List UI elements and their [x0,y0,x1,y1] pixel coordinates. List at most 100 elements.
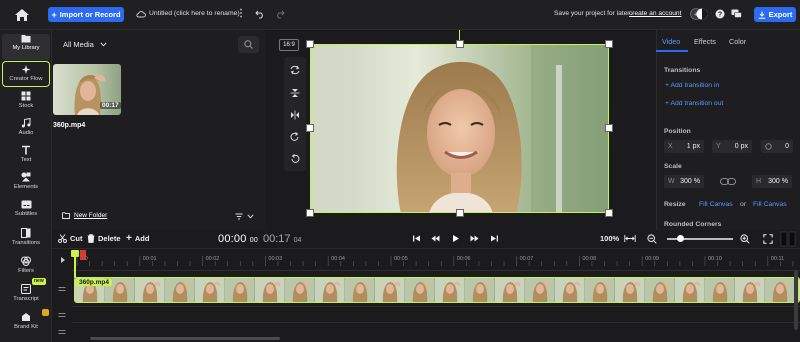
y-label: Y [716,143,721,150]
rotate-right-icon[interactable] [290,132,300,142]
rail-text[interactable]: Text [2,145,50,171]
create-account-link[interactable]: create an account [629,10,681,17]
track-drag-handle-icon[interactable] [58,286,66,292]
scale-height-field[interactable]: H 300 % [752,175,792,188]
media-search-button[interactable] [238,36,259,53]
plus-icon: + [51,9,57,20]
panel-toggle-icon[interactable] [780,231,796,247]
delete-button[interactable]: Delete [87,234,121,243]
horizontal-scrollbar[interactable] [90,337,280,340]
new-folder-button[interactable]: New Folder [62,212,107,219]
resize-handle-right[interactable] [605,124,613,132]
ruler-tick-label: 00:09 [645,256,659,262]
expand-track-icon[interactable] [59,256,67,264]
cut-button[interactable]: Cut [58,234,83,243]
rotation-field[interactable]: 0 [761,140,793,153]
zoom-slider-knob[interactable] [676,235,684,242]
flip-vertical-icon[interactable] [290,88,300,98]
rail-audio[interactable]: Audio [2,118,50,144]
tab-effects[interactable]: Effects [694,37,716,46]
position-y-field[interactable]: Y 0 px [712,140,752,153]
scale-width-field[interactable]: W 300 % [664,175,704,188]
import-label: Import or Record [59,10,121,19]
scale-heading: Scale [664,163,682,170]
resize-handle-top-right[interactable] [605,40,613,48]
add-button[interactable]: + Add [126,233,149,243]
redo-icon[interactable] [275,9,285,19]
sort-control[interactable] [235,211,257,221]
zoom-out-icon[interactable] [647,234,657,244]
track-drag-handle-icon[interactable] [58,329,66,335]
transition-icon [21,228,31,238]
rail-transitions[interactable]: Transitions [2,228,50,254]
link-aspect-icon[interactable] [720,177,736,186]
rotate-left-icon[interactable] [290,154,300,164]
fill-canvas-alt-button[interactable]: Fill Canvas [753,201,787,208]
tab-video[interactable]: Video [662,37,680,46]
resize-handle-top-left[interactable] [306,40,314,48]
clip-frame [675,278,706,302]
fit-timeline-icon[interactable] [624,234,636,243]
rail-transcript[interactable]: Transcript [2,284,50,310]
add-transition-out-link[interactable]: + Add transition out [665,100,723,107]
save-project-note: Save your project for later - [554,10,634,17]
home-icon[interactable] [13,7,31,23]
help-icon[interactable]: ? [715,9,725,19]
import-or-record-button[interactable]: + Import or Record [48,7,124,22]
tab-color[interactable]: Color [729,37,746,46]
clip-frame [525,278,556,302]
rewind-icon[interactable] [431,234,440,243]
zoom-in-icon[interactable] [740,234,750,244]
x-label: X [668,143,673,150]
rail-brand-kit[interactable]: Brand Kit [2,312,50,338]
position-x-field[interactable]: X 1 px [664,140,704,153]
rail-subtitles[interactable]: Subtitles [2,200,50,226]
media-filter-dropdown[interactable]: All Media [63,40,107,49]
resize-handle-bottom[interactable] [456,209,464,217]
grid-icon [21,91,31,101]
undo-icon[interactable] [255,9,265,19]
avatar[interactable]: + [690,7,708,21]
w-label: W [668,178,675,185]
new-folder-label: New Folder [74,212,108,219]
clip-frame [705,278,736,302]
clip-frame [345,278,376,302]
clip-frame [375,278,406,302]
rotation-value: 0 [785,143,789,150]
add-transition-in-link[interactable]: + Add transition in [665,82,719,89]
playhead[interactable] [74,250,76,278]
flip-horizontal-icon[interactable] [290,110,300,120]
clip-frame [225,278,256,302]
play-icon[interactable] [451,234,460,243]
more-options-icon[interactable]: ⋮ [236,8,246,20]
current-time: 00:00 00 [218,233,258,245]
rail-elements[interactable]: Elements [2,172,50,198]
resize-handle-top[interactable] [456,40,464,48]
track-drag-handle-icon[interactable] [58,312,66,318]
rail-my-library[interactable]: My Library [2,34,50,60]
rail-creator-flow[interactable]: Creator Flow [2,61,50,87]
project-title[interactable]: Untitled (click here to rename) [149,10,240,17]
fast-forward-icon[interactable] [470,234,479,243]
fill-canvas-button[interactable]: Fill Canvas [699,201,733,208]
clip-frame [465,278,496,302]
video-clip[interactable] [74,277,800,303]
rail-label: Filters [18,268,34,274]
replace-icon[interactable] [290,65,300,75]
skip-to-end-icon[interactable] [490,234,499,243]
rail-stock[interactable]: Stock [2,91,50,117]
chat-icon[interactable] [731,9,742,19]
clip-label: 360p.mp4 [76,279,112,286]
rail-label: Creator Flow [9,76,43,82]
resize-handle-bottom-right[interactable] [605,209,613,217]
aspect-ratio-button[interactable]: 16:9 [279,39,299,51]
zoom-level[interactable]: 100% [600,234,619,243]
clip-frame [285,278,316,302]
resize-handle-left[interactable] [306,124,314,132]
skip-to-start-icon[interactable] [412,234,421,243]
vertical-scrollbar[interactable] [794,270,798,330]
export-button[interactable]: Export [754,7,796,22]
video-preview[interactable] [310,44,609,213]
resize-handle-bottom-left[interactable] [306,209,314,217]
fullscreen-icon[interactable] [763,234,773,244]
